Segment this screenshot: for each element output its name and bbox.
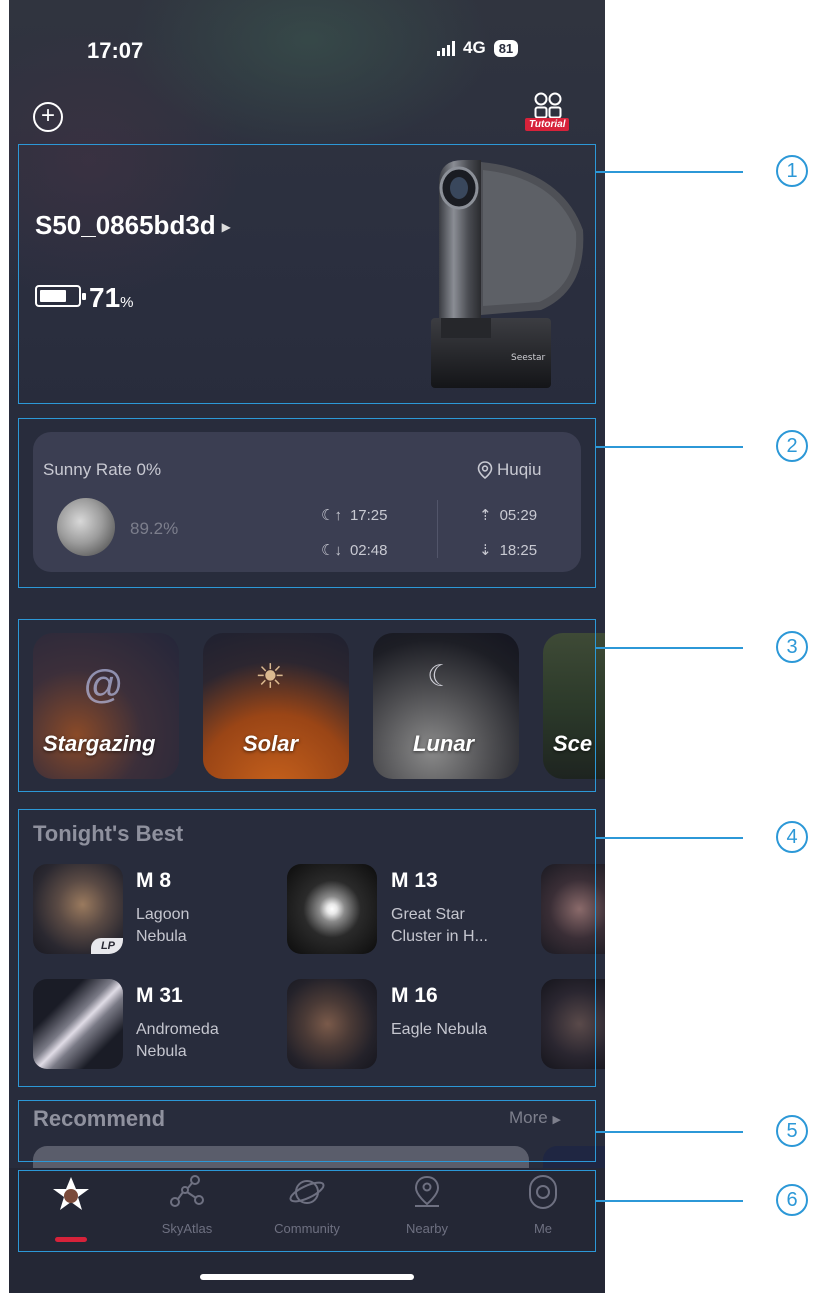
callout-number-5: 5 <box>776 1115 808 1147</box>
callout-box-6 <box>18 1170 596 1252</box>
callout-leader-6 <box>596 1200 743 1202</box>
tutorial-tag: Tutorial <box>525 118 570 131</box>
signal-icon <box>437 40 455 56</box>
home-indicator <box>200 1274 414 1280</box>
plus-icon: + <box>40 102 55 129</box>
callout-leader-4 <box>596 837 743 839</box>
status-indicators: 4G 81 <box>437 38 519 58</box>
callout-leader-2 <box>596 446 743 448</box>
grid-icon <box>534 92 562 119</box>
callout-number-6: 6 <box>776 1184 808 1216</box>
callout-number-2: 2 <box>776 430 808 462</box>
callout-number-1: 1 <box>776 155 808 187</box>
callout-box-3 <box>18 619 596 792</box>
callout-box-1 <box>18 144 596 404</box>
add-device-button[interactable]: + <box>33 102 63 132</box>
status-time: 17:07 <box>87 38 144 63</box>
tutorial-button[interactable]: Tutorial <box>525 92 573 136</box>
callout-box-2 <box>18 418 596 588</box>
callout-leader-3 <box>596 647 743 649</box>
callout-box-5 <box>18 1100 596 1162</box>
callout-box-4 <box>18 809 596 1087</box>
callout-leader-1 <box>596 171 743 173</box>
network-type: 4G <box>463 38 486 57</box>
callout-number-4: 4 <box>776 821 808 853</box>
callout-leader-5 <box>596 1131 743 1133</box>
status-battery: 81 <box>493 39 519 57</box>
callout-number-3: 3 <box>776 631 808 663</box>
